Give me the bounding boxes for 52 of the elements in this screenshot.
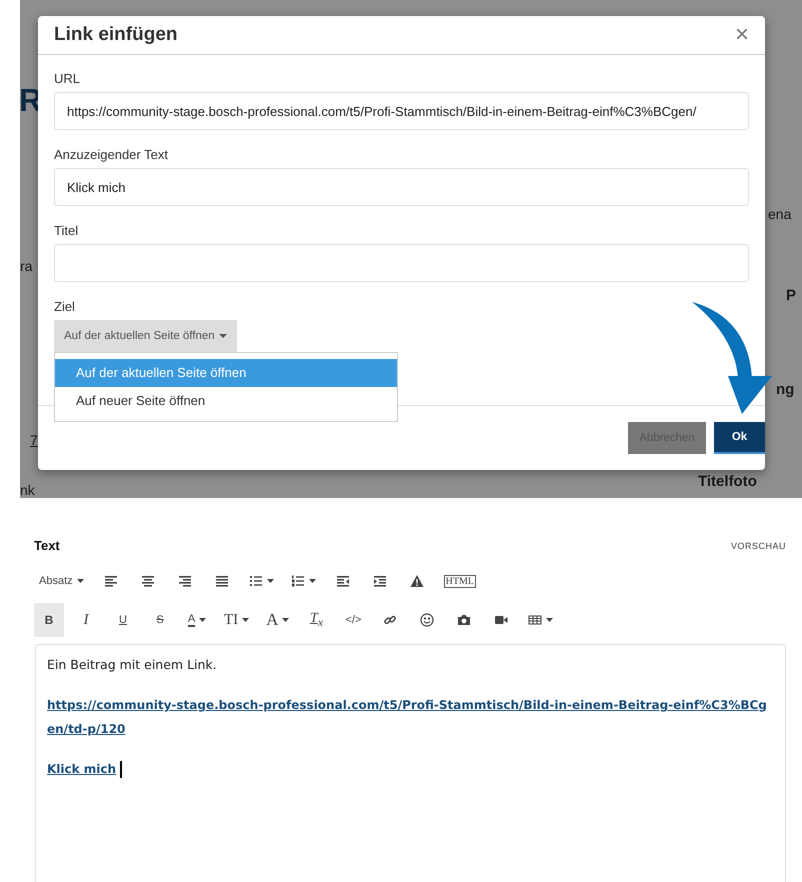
field-label: URL (54, 71, 82, 86)
link[interactable]: https://community-stage.bosch-professional.com/t5/Profi-Stammtisch/Bild-in-einem-Beitrag-einf%C3%BCgen/td-p/120 (47, 693, 774, 741)
smiley-icon (420, 613, 434, 627)
paragraph-text: Ein Beitrag mit einem Link. (47, 656, 218, 674)
dropdown-option[interactable]: Auf neuer Seite öffnen (55, 387, 397, 415)
toolbar-button[interactable]: HTML (438, 564, 481, 598)
align-right-icon (178, 574, 192, 588)
input-field[interactable] (54, 244, 749, 282)
toolbar-button[interactable]: B (34, 603, 64, 637)
bulleted-list-icon (248, 574, 263, 588)
toolbar-button[interactable]: A (261, 603, 294, 637)
input-field[interactable]: https://community-stage.bosch-professional.com/t5/Profi-Stammtisch/Bild-in-einem-Beitrag-einf%C3%BCgen/ (54, 92, 749, 130)
numbered-list-icon (290, 574, 305, 588)
close-button[interactable]: × (734, 23, 749, 47)
toolbar-button[interactable]: </> (338, 603, 368, 637)
toolbar-button[interactable]: S (145, 603, 175, 637)
field-label: Ziel (54, 299, 76, 314)
background-text: ng (776, 381, 794, 398)
table-icon (528, 613, 542, 627)
background-text: ra (20, 258, 32, 274)
dialog-title: Link einfügen (54, 24, 178, 46)
dropdown-button[interactable]: Auf der aktuellen Seite öffnen (54, 320, 237, 352)
background-text: P (786, 287, 796, 304)
background-text: Titelfoto (698, 473, 757, 490)
background-text: 7 (30, 432, 38, 448)
field-label: Anzuzeigender Text (54, 147, 169, 162)
background-text: nk (20, 482, 35, 498)
video-camera-icon (494, 613, 508, 627)
toolbar-button[interactable]: U (108, 603, 138, 637)
input-field[interactable]: Klick mich (54, 168, 749, 206)
justify-icon (214, 574, 229, 588)
toolbar-button[interactable]: A (182, 603, 212, 637)
editor-label: Text (34, 538, 60, 553)
background-text: ena (768, 206, 792, 222)
ok-button[interactable]: Ok (714, 422, 765, 454)
link[interactable]: Klick mich (47, 762, 116, 776)
curved-arrow-icon (690, 300, 774, 416)
align-left-icon (104, 574, 118, 588)
caret-icon (218, 334, 227, 338)
link-icon (383, 613, 398, 627)
warning-icon (410, 574, 424, 588)
preview-link[interactable]: VORSCHAU (730, 540, 786, 550)
indent-icon (372, 574, 387, 588)
toolbar-button[interactable]: T$_{x}$ (301, 603, 332, 637)
field-label: Titel (54, 223, 80, 238)
outdent-icon (336, 574, 350, 588)
toolbar-button[interactable]: Absatz (34, 564, 89, 598)
camera-icon (457, 613, 472, 627)
align-center-icon (140, 574, 155, 588)
text-editor-area[interactable]: Ein Beitrag mit einem Link. https://community-stage.bosch-professional.com/t5/Profi-Stammtisch/Bild-in-einem-Beitrag-einf%C3%BCgen/td-p/120 Klick mich (35, 644, 786, 882)
toolbar-button[interactable]: I (71, 603, 101, 637)
toolbar-button[interactable]: TI (219, 603, 254, 637)
